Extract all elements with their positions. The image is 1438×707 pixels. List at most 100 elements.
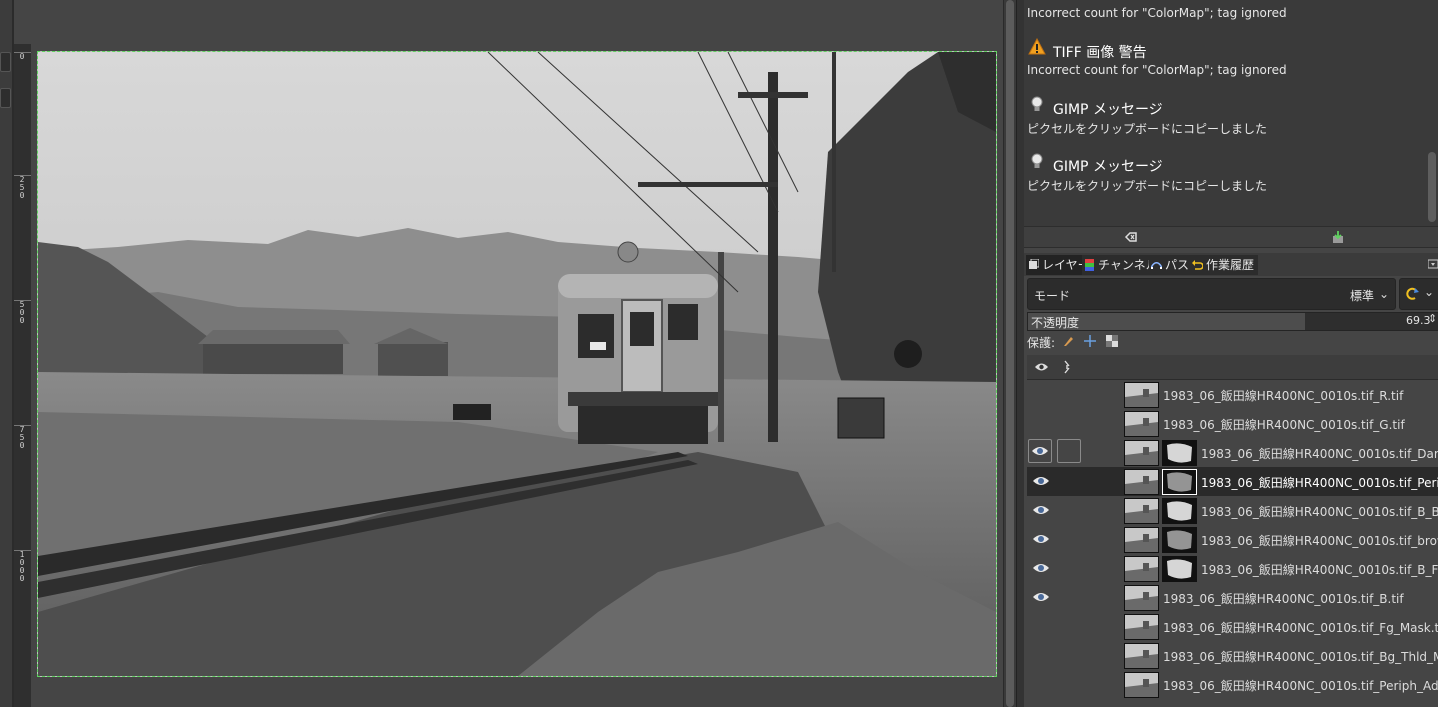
- layer-mask-thumbnail[interactable]: [1162, 527, 1197, 553]
- layer-row[interactable]: 1983_06_飯田線HR400NC_0010s.tif_G.tif: [1027, 409, 1438, 438]
- layer-row[interactable]: 1983_06_飯田線HR400NC_0010s.tif_R.tif: [1027, 380, 1438, 409]
- layer-row[interactable]: 1983_06_飯田線HR400NC_0010s.tif_Periph_Adjs…: [1027, 670, 1438, 699]
- ruler-label: 0: [19, 52, 25, 61]
- layer-chain-toggle[interactable]: [1057, 439, 1081, 463]
- paths-icon: [1151, 262, 1162, 269]
- layer-thumbnail[interactable]: [1124, 614, 1159, 640]
- composite-mode-button[interactable]: ⌄: [1399, 278, 1438, 310]
- eye-icon: [1033, 535, 1049, 543]
- layer-row[interactable]: 1983_06_飯田線HR400NC_0010s.tif_brownC_lay: [1027, 525, 1438, 554]
- layer-visibility-toggle[interactable]: [1030, 586, 1052, 608]
- layer-visibility-toggle[interactable]: [1028, 439, 1052, 463]
- layer-mode-select[interactable]: モード 標準 ⌄: [1027, 278, 1396, 310]
- layer-name[interactable]: 1983_06_飯田線HR400NC_0010s.tif_B_Bg.tif: [1201, 503, 1438, 520]
- save-console-icon[interactable]: [1331, 230, 1345, 244]
- layer-name[interactable]: 1983_06_飯田線HR400NC_0010s.tif_brownC_lay: [1201, 532, 1438, 549]
- console-action-bar: [1024, 226, 1438, 248]
- eye-icon[interactable]: [1035, 362, 1048, 372]
- layer-thumbnail[interactable]: [1124, 382, 1159, 408]
- layer-visibility-toggle[interactable]: [1030, 499, 1052, 521]
- layer-row[interactable]: 1983_06_飯田線HR400NC_0010s.tif_Bg_Thld_Mas…: [1027, 641, 1438, 670]
- message-title: TIFF 画像 警告: [1053, 45, 1147, 61]
- layer-thumbnail[interactable]: [1124, 411, 1159, 437]
- undo-history-icon: [1192, 260, 1203, 270]
- message-title: GIMP メッセージ: [1053, 102, 1163, 118]
- tool-options-button[interactable]: [0, 52, 11, 72]
- lock-alpha-icon[interactable]: [1106, 335, 1118, 347]
- layer-name[interactable]: 1983_06_飯田線HR400NC_0010s.tif_Dark.tif: [1201, 445, 1438, 462]
- layer-visibility-toggle[interactable]: [1030, 528, 1052, 550]
- layer-row[interactable]: 1983_06_飯田線HR400NC_0010s.tif_B_Fg.tif: [1027, 554, 1438, 583]
- layer-mask-thumbnail[interactable]: [1162, 469, 1197, 495]
- tab-label: パス: [1165, 258, 1190, 272]
- layer-row[interactable]: 1983_06_飯田線HR400NC_0010s.tif_Periph_Adjs: [1027, 467, 1438, 496]
- layer-mask-thumbnail[interactable]: [1162, 556, 1197, 582]
- tab-undo-history[interactable]: 作業履歴: [1190, 255, 1259, 275]
- layers-icon: [1029, 259, 1039, 269]
- layer-visibility-toggle[interactable]: [1030, 412, 1052, 434]
- lock-position-icon[interactable]: [1084, 335, 1096, 347]
- layer-thumbnail[interactable]: [1124, 585, 1159, 611]
- layer-name[interactable]: 1983_06_飯田線HR400NC_0010s.tif_G.tif: [1163, 416, 1405, 433]
- error-console: Incorrect count for "ColorMap"; tag igno…: [1024, 0, 1426, 226]
- tool-options-button[interactable]: [0, 88, 11, 108]
- mode-value: 標準: [1350, 289, 1375, 303]
- lock-label: 保護:: [1027, 336, 1056, 350]
- layer-visibility-toggle[interactable]: [1030, 383, 1052, 405]
- layers-list: 1983_06_飯田線HR400NC_0010s.tif_R.tif 1983_0…: [1027, 380, 1438, 707]
- console-scrollbar[interactable]: [1426, 0, 1438, 226]
- lock-row: 保護:: [1027, 333, 1438, 351]
- message-body: Incorrect count for "ColorMap"; tag igno…: [1027, 6, 1287, 20]
- message-title: GIMP メッセージ: [1053, 159, 1163, 175]
- layer-thumbnail[interactable]: [1124, 556, 1159, 582]
- layer-visibility-toggle[interactable]: [1030, 673, 1052, 695]
- opacity-slider[interactable]: 不透明度 69.3 ⇕: [1027, 312, 1438, 331]
- layer-mask-thumbnail[interactable]: [1162, 440, 1197, 466]
- layer-visibility-toggle[interactable]: [1030, 615, 1052, 637]
- layer-thumbnail[interactable]: [1124, 498, 1159, 524]
- tab-paths[interactable]: パス: [1149, 255, 1194, 275]
- canvas-vertical-scrollbar[interactable]: [1003, 0, 1017, 707]
- layer-name[interactable]: 1983_06_飯田線HR400NC_0010s.tif_B_Fg.tif: [1201, 561, 1438, 578]
- scrollbar-thumb[interactable]: [1006, 0, 1014, 707]
- eye-icon: [1033, 593, 1049, 601]
- opacity-value[interactable]: 69.3: [1406, 314, 1431, 327]
- chain-icon[interactable]: [1063, 360, 1071, 374]
- layer-name[interactable]: 1983_06_飯田線HR400NC_0010s.tif_Fg_Mask.tif: [1163, 619, 1438, 636]
- layer-visibility-toggle[interactable]: [1030, 470, 1052, 492]
- message-body: Incorrect count for "ColorMap"; tag igno…: [1027, 63, 1287, 77]
- layer-name[interactable]: 1983_06_飯田線HR400NC_0010s.tif_Bg_Thld_Mas…: [1163, 648, 1438, 665]
- eye-icon: [1033, 564, 1049, 572]
- layer-thumbnail[interactable]: [1124, 672, 1159, 698]
- eye-icon: [1033, 506, 1049, 514]
- lightbulb-icon: [1031, 96, 1043, 111]
- clear-console-icon[interactable]: [1124, 230, 1138, 244]
- image-canvas[interactable]: [31, 0, 1016, 707]
- opacity-label: 不透明度: [1031, 316, 1080, 330]
- layer-visibility-toggle[interactable]: [1030, 644, 1052, 666]
- layer-thumbnail[interactable]: [1124, 643, 1159, 669]
- scrollbar-thumb[interactable]: [1428, 152, 1436, 222]
- layer-name[interactable]: 1983_06_飯田線HR400NC_0010s.tif_Periph_Adjs: [1201, 474, 1438, 491]
- lock-pixels-icon[interactable]: [1062, 335, 1074, 347]
- tab-menu-icon[interactable]: [1428, 259, 1438, 269]
- layer-mask-thumbnail[interactable]: [1162, 498, 1197, 524]
- layer-row[interactable]: 1983_06_飯田線HR400NC_0010s.tif_B_Bg.tif: [1027, 496, 1438, 525]
- lightbulb-icon: [1031, 153, 1043, 168]
- layer-name[interactable]: 1983_06_飯田線HR400NC_0010s.tif_Periph_Adjs…: [1163, 677, 1438, 694]
- layer-thumbnail[interactable]: [1124, 440, 1159, 466]
- layer-name[interactable]: 1983_06_飯田線HR400NC_0010s.tif_B.tif: [1163, 590, 1404, 607]
- layer-name[interactable]: 1983_06_飯田線HR400NC_0010s.tif_R.tif: [1163, 387, 1403, 404]
- composite-mode-icon: [1406, 287, 1419, 300]
- spin-arrows-icon[interactable]: ⇕: [1428, 312, 1437, 325]
- layer-thumbnail[interactable]: [1124, 527, 1159, 553]
- layer-row[interactable]: 1983_06_飯田線HR400NC_0010s.tif_B.tif: [1027, 583, 1438, 612]
- layer-row[interactable]: 1983_06_飯田線HR400NC_0010s.tif_Dark.tif: [1027, 438, 1438, 467]
- ruler-label: 1000: [19, 550, 25, 583]
- layer-thumbnail[interactable]: [1124, 469, 1159, 495]
- layer-row[interactable]: 1983_06_飯田線HR400NC_0010s.tif_Fg_Mask.tif: [1027, 612, 1438, 641]
- vertical-ruler[interactable]: 0 250 500 750 1000: [14, 44, 32, 707]
- layer-visibility-toggle[interactable]: [1030, 557, 1052, 579]
- image-layer-boundary[interactable]: [37, 51, 997, 677]
- photo-railway-scene: [38, 52, 996, 676]
